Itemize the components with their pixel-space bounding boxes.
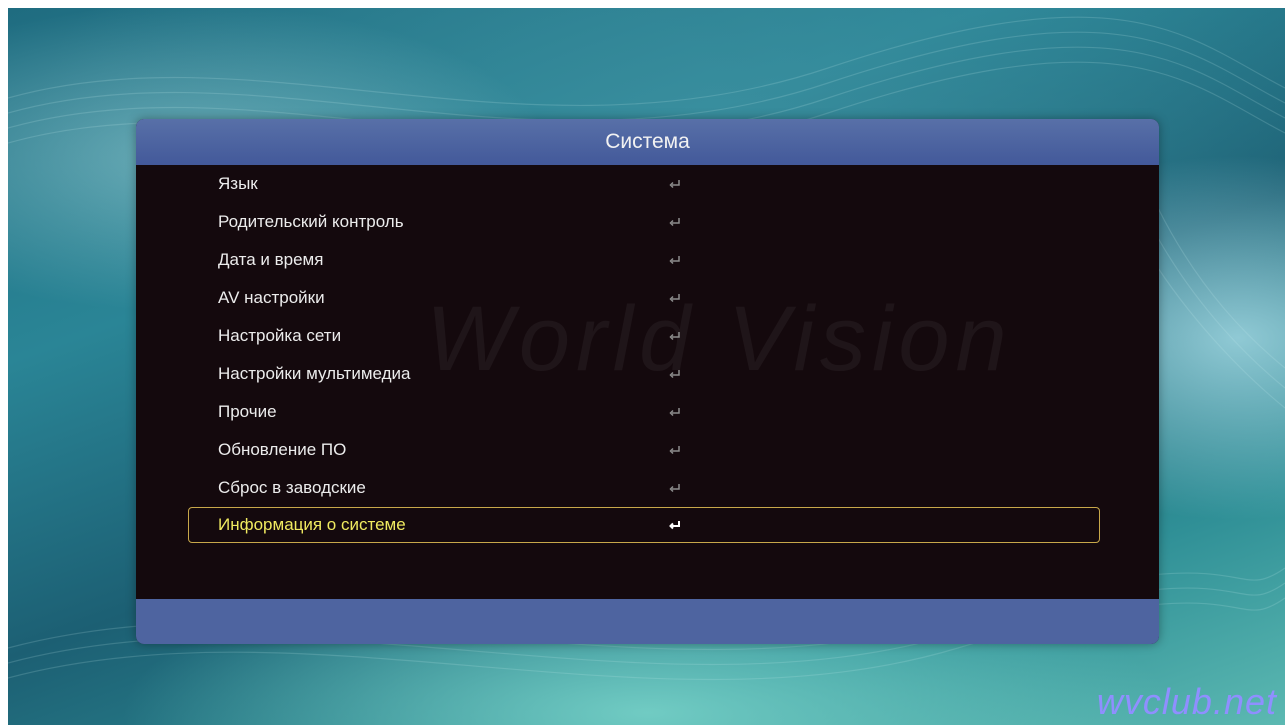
menu-title: Система bbox=[605, 130, 690, 153]
menu-item-label: Язык bbox=[218, 174, 258, 193]
menu-header: Система bbox=[136, 119, 1159, 165]
enter-icon bbox=[669, 294, 680, 303]
enter-icon bbox=[669, 332, 680, 341]
enter-icon bbox=[669, 484, 680, 493]
enter-icon bbox=[669, 180, 680, 189]
enter-icon bbox=[669, 521, 680, 530]
menu-item-parental-control[interactable]: Родительский контроль bbox=[136, 203, 1159, 241]
menu-item-label: Дата и время bbox=[218, 250, 324, 269]
menu-item-label: AV настройки bbox=[218, 288, 325, 307]
menu-item-av-settings[interactable]: AV настройки bbox=[136, 279, 1159, 317]
site-watermark-logo: wvclub.net bbox=[1096, 681, 1277, 722]
enter-icon bbox=[669, 256, 680, 265]
enter-icon bbox=[669, 446, 680, 455]
system-menu-panel: Система World Vision Язык Родительский к… bbox=[136, 119, 1159, 644]
menu-list: Язык Родительский контроль Дата и время … bbox=[136, 165, 1159, 543]
enter-icon bbox=[669, 370, 680, 379]
menu-item-network-settings[interactable]: Настройка сети bbox=[136, 317, 1159, 355]
menu-item-language[interactable]: Язык bbox=[136, 165, 1159, 203]
menu-item-factory-reset[interactable]: Сброс в заводские bbox=[136, 469, 1159, 507]
tv-screen: Система World Vision Язык Родительский к… bbox=[8, 8, 1285, 725]
menu-item-label: Настройка сети bbox=[218, 326, 342, 345]
menu-item-multimedia-settings[interactable]: Настройки мультимедиа bbox=[136, 355, 1159, 393]
menu-item-label: Настройки мультимедиа bbox=[218, 364, 411, 383]
menu-item-label: Информация о системе bbox=[218, 515, 406, 534]
menu-item-other[interactable]: Прочие bbox=[136, 393, 1159, 431]
menu-item-date-time[interactable]: Дата и время bbox=[136, 241, 1159, 279]
enter-icon bbox=[669, 218, 680, 227]
menu-item-system-info[interactable]: Информация о системе bbox=[188, 507, 1100, 543]
menu-item-software-update[interactable]: Обновление ПО bbox=[136, 431, 1159, 469]
menu-item-label: Сброс в заводские bbox=[218, 478, 366, 497]
menu-item-label: Обновление ПО bbox=[218, 440, 347, 459]
enter-icon bbox=[669, 408, 680, 417]
menu-item-label: Прочие bbox=[218, 402, 277, 421]
menu-item-label: Родительский контроль bbox=[218, 212, 404, 231]
menu-footer bbox=[136, 599, 1159, 644]
